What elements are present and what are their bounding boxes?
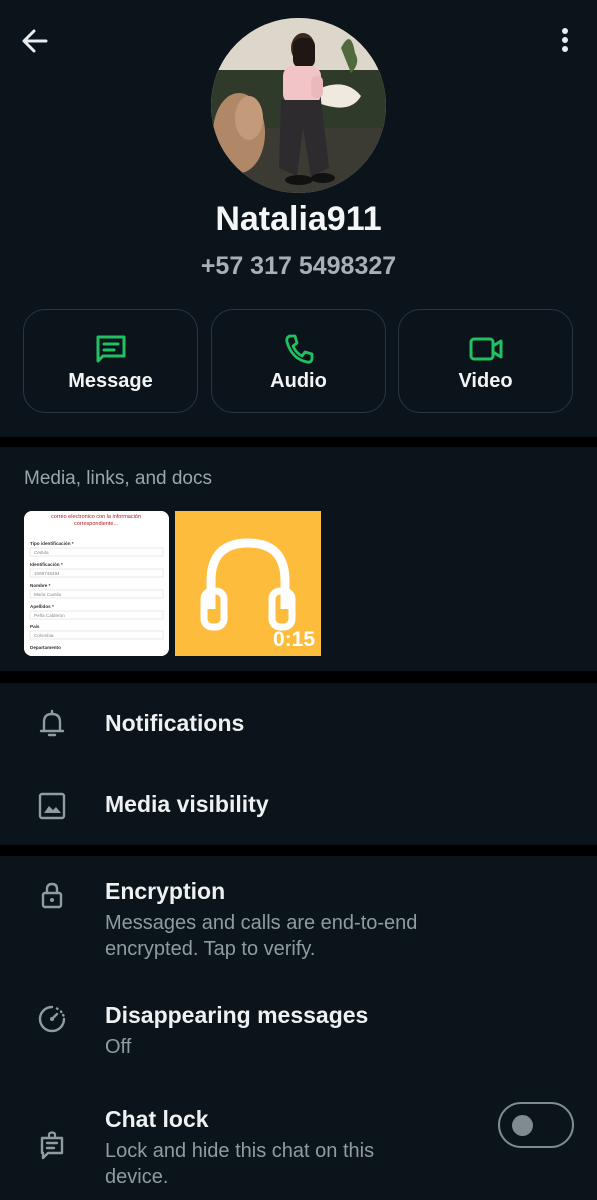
message-button[interactable]: Message	[23, 309, 198, 413]
toggle-knob	[512, 1115, 533, 1136]
doc-field-value: Cedula	[34, 550, 49, 555]
avatar-photo	[211, 18, 386, 193]
doc-field-value: 1069748494	[34, 571, 60, 576]
chat-lock-icon	[36, 1130, 68, 1162]
doc-header-line1: correo electronico con la información	[51, 514, 141, 520]
video-label: Video	[458, 370, 513, 392]
audio-duration: 0:15	[272, 628, 315, 651]
message-icon	[96, 335, 125, 363]
media-links-docs-link[interactable]: Media, links, and docs	[24, 468, 212, 490]
doc-field-value: Peña Calderon	[34, 613, 65, 618]
chat-lock-toggle[interactable]	[498, 1102, 574, 1148]
back-arrow-icon	[22, 29, 48, 53]
doc-header-line2: correspondiente...	[74, 521, 118, 527]
chat-lock-title: Chat lock	[105, 1106, 209, 1132]
disappearing-title: Disappearing messages	[105, 1002, 369, 1028]
doc-field-label: Departamento	[30, 645, 61, 650]
more-options-button[interactable]	[552, 24, 578, 58]
doc-field-label: Nombre *	[30, 583, 51, 588]
doc-field-label: Apellidos *	[30, 604, 54, 609]
section-divider	[0, 671, 597, 683]
document-preview: correo electronico con la información co…	[24, 511, 169, 656]
section-divider	[0, 845, 597, 856]
video-icon	[469, 337, 502, 361]
encryption-subtitle: Messages and calls are end-to-end encryp…	[105, 912, 418, 960]
message-label: Message	[68, 370, 153, 392]
doc-field-value: Maria Camila	[34, 592, 62, 597]
image-icon	[36, 790, 68, 822]
audio-call-button[interactable]: Audio	[211, 309, 386, 413]
back-button[interactable]	[18, 24, 52, 58]
section-divider	[0, 437, 597, 447]
video-call-button[interactable]: Video	[398, 309, 573, 413]
contact-name: Natalia911	[215, 200, 382, 238]
settings-section	[0, 683, 597, 845]
profile-header: Natalia911 +57 317 5498327 Message Audio	[0, 0, 597, 437]
doc-field-label: País	[30, 624, 40, 629]
lock-icon	[36, 879, 68, 911]
encryption-title: Encryption	[105, 878, 226, 904]
media-visibility-label: Media visibility	[105, 791, 269, 817]
chat-lock-subtitle: Lock and hide this chat on this device.	[105, 1140, 375, 1188]
contact-phone: +57 317 5498327	[200, 252, 397, 280]
document-thumbnail[interactable]: correo electronico con la información co…	[24, 511, 169, 656]
profile-avatar[interactable]	[211, 18, 386, 193]
audio-thumbnail[interactable]: 0:15	[175, 511, 321, 656]
bell-icon	[36, 708, 68, 740]
disappearing-status: Off	[105, 1036, 132, 1058]
doc-field-label: Identificación *	[30, 562, 63, 567]
more-vertical-icon	[562, 28, 568, 52]
notifications-label: Notifications	[105, 710, 245, 736]
audio-label: Audio	[270, 370, 327, 392]
timer-icon	[36, 1003, 68, 1035]
phone-icon	[284, 334, 313, 364]
doc-field-label: Tipo identificación *	[30, 541, 74, 546]
contact-info-screen: Natalia911 +57 317 5498327 Message Audio	[0, 0, 597, 1200]
doc-field-value: Colombia	[34, 633, 54, 638]
